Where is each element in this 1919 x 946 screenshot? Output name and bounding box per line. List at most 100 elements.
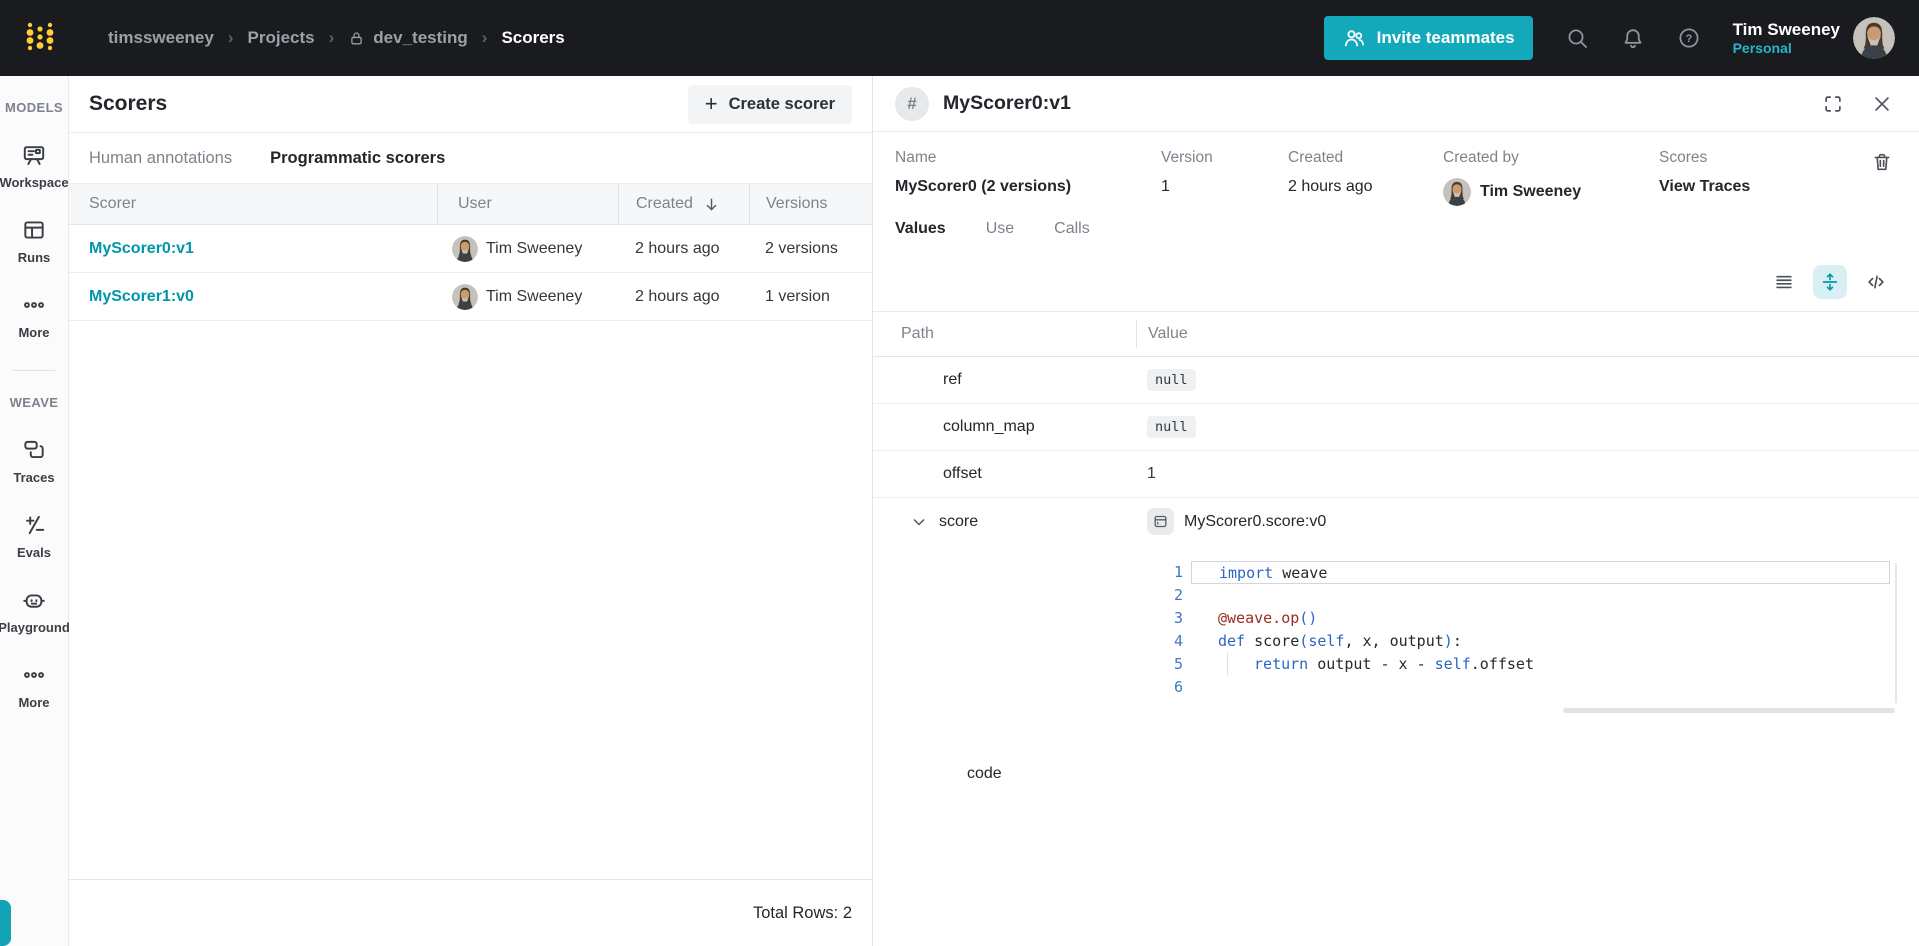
help-icon[interactable]: ?	[1677, 26, 1701, 50]
kv-header-path: Path	[901, 325, 934, 342]
sidebar-item-label: Runs	[17, 250, 51, 265]
column-header-versions[interactable]: Versions	[749, 184, 872, 224]
kv-row-score: score MyScorer0.score:v0	[873, 498, 1919, 545]
code-line: 4 def score(self, x, output):	[1139, 630, 1897, 653]
scorers-table-header: Scorer User Created Versions	[69, 183, 872, 225]
sort-descending-icon	[702, 195, 721, 214]
workspace-icon	[21, 142, 47, 168]
created-cell: 2 hours ago	[635, 287, 720, 305]
kv-row-ref: ref null	[873, 357, 1919, 404]
column-header-created[interactable]: Created	[618, 184, 749, 224]
lock-icon	[348, 30, 365, 47]
sidebar-item-traces[interactable]: Traces	[13, 437, 55, 485]
table-row[interactable]: MyScorer1:v0 Tim Sweeney 2 hours ago 1 vers…	[69, 273, 872, 321]
top-navbar: timssweeney › Projects › dev_testing › Scorers…	[0, 0, 1919, 76]
page-title: Scorers	[89, 92, 168, 115]
scorers-table-body: MyScorer0:v1 Tim Sweeney 2 hours ago 2 vers…	[69, 225, 872, 321]
code-line-content: def score(self, x, output):	[1218, 632, 1462, 650]
sidebar-divider	[13, 370, 55, 371]
meta-value: Tim Sweeney	[1443, 178, 1659, 206]
sidebar-item-more[interactable]: More	[18, 292, 50, 340]
invite-teammates-label: Invite teammates	[1376, 28, 1515, 47]
kv-value: null	[1136, 416, 1919, 438]
close-icon[interactable]	[1871, 93, 1893, 115]
code-vertical-scrollbar[interactable]	[1895, 563, 1897, 703]
delete-icon[interactable]	[1871, 151, 1893, 173]
scorer-link[interactable]: MyScorer0:v1	[89, 240, 194, 258]
scorer-link[interactable]: MyScorer1:v0	[89, 288, 194, 306]
sidebar-item-runs[interactable]: Runs	[17, 217, 51, 265]
code-line-number: 3	[1173, 609, 1183, 627]
tab-calls[interactable]: Calls	[1054, 220, 1090, 238]
code-line-content: @weave.op()	[1218, 609, 1318, 627]
tab-use[interactable]: Use	[986, 220, 1014, 238]
view-traces-link[interactable]: View Traces	[1659, 178, 1871, 196]
tab-programmatic-scorers[interactable]: Programmatic scorers	[270, 149, 445, 168]
breadcrumb-item-Projects[interactable]: Projects	[248, 28, 315, 48]
column-header-user[interactable]: User	[437, 184, 618, 224]
value-toolbar	[873, 252, 1919, 312]
code-line: 1 import weave	[1139, 561, 1897, 584]
sidebar-item-more[interactable]: More	[18, 662, 50, 710]
breadcrumb: timssweeney › Projects › dev_testing › Scorers	[108, 28, 565, 48]
code-line: 5 return output - x - self.offset	[1139, 653, 1897, 676]
sidebar-item-playground[interactable]: Playground	[0, 587, 70, 635]
code-viewer: 1 import weave 2 3 @weave.op() 4 def score(sel…	[1139, 561, 1897, 713]
playground-icon	[21, 587, 47, 613]
create-scorer-button[interactable]: + Create scorer	[687, 84, 852, 124]
more-icon	[21, 292, 47, 318]
meta-value: 1	[1161, 178, 1170, 195]
code-horizontal-scrollbar[interactable]	[1563, 708, 1895, 713]
detail-title: MyScorer0:v1	[943, 92, 1071, 114]
breadcrumb-item-timssweeney[interactable]: timssweeney	[108, 28, 214, 48]
user-cell: Tim Sweeney	[437, 283, 618, 310]
meta-name: Name MyScorer0 (2 versions)	[895, 149, 1161, 206]
meta-version: Version 1	[1161, 149, 1288, 206]
navbar-right: Invite teammates ? Tim Sweeney Personal	[1323, 16, 1895, 60]
bell-icon[interactable]	[1621, 26, 1645, 50]
wandb-logo[interactable]	[18, 16, 62, 60]
tab-values[interactable]: Values	[895, 220, 946, 238]
code-line-number: 2	[1173, 586, 1183, 604]
sidebar-item-label: Playground	[0, 620, 70, 635]
user-menu[interactable]: Tim Sweeney Personal	[1733, 17, 1895, 59]
code-path-label: code	[967, 765, 1002, 782]
expand-rows-button[interactable]	[1813, 264, 1847, 299]
sidebar-item-label: Evals	[17, 545, 51, 560]
op-ref-link[interactable]: MyScorer0.score:v0	[1184, 513, 1326, 531]
chat-widget-peek[interactable]	[0, 900, 11, 946]
fullscreen-icon[interactable]	[1822, 93, 1844, 115]
create-scorer-label: Create scorer	[728, 94, 835, 113]
code-line-number: 5	[1173, 655, 1183, 673]
chevron-down-icon[interactable]	[909, 512, 929, 532]
breadcrumb-item-dev_testing[interactable]: dev_testing	[348, 28, 468, 48]
scorer-cell: MyScorer1:v0	[69, 288, 437, 306]
compact-view-button[interactable]	[1767, 265, 1801, 299]
meta-label: Scores	[1659, 149, 1708, 166]
scorers-header: Scorers + Create scorer	[69, 76, 872, 133]
detail-meta: Name MyScorer0 (2 versions) Version 1 Create…	[873, 132, 1919, 216]
meta-value: MyScorer0 (2 versions)	[895, 178, 1072, 195]
more-icon	[21, 662, 47, 688]
kv-value: null	[1136, 369, 1919, 391]
sidebar-item-workspace[interactable]: Workspace	[0, 142, 69, 190]
avatar[interactable]	[1853, 17, 1895, 59]
breadcrumb-item-Scorers[interactable]: Scorers	[501, 28, 564, 48]
people-icon	[1342, 26, 1366, 50]
op-icon	[1147, 508, 1174, 535]
sidebar-item-evals[interactable]: Evals	[17, 512, 51, 560]
code-line-content	[1191, 584, 1890, 607]
sidebar-section-label: MODELS	[4, 100, 63, 115]
column-header-scorer[interactable]: Scorer	[69, 184, 437, 224]
meta-created-by: Created by Tim Sweeney	[1443, 149, 1659, 206]
table-row[interactable]: MyScorer0:v1 Tim Sweeney 2 hours ago 2 vers…	[69, 225, 872, 273]
breadcrumb-separator: ›	[481, 28, 488, 47]
code-view-button[interactable]	[1859, 265, 1893, 299]
tab-human-annotations[interactable]: Human annotations	[89, 149, 232, 168]
search-icon[interactable]	[1565, 26, 1589, 50]
created-cell: 2 hours ago	[635, 239, 720, 257]
avatar	[1443, 178, 1471, 206]
invite-teammates-button[interactable]: Invite teammates	[1323, 16, 1533, 60]
meta-label: Name	[895, 149, 937, 166]
null-badge: null	[1147, 416, 1196, 438]
